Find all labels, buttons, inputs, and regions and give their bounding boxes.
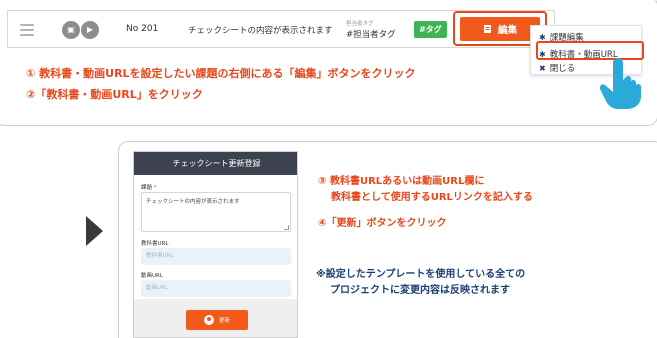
note-line-2: プロジェクトに変更内容は反映されます xyxy=(330,285,510,296)
update-button[interactable]: 更新 xyxy=(186,310,248,330)
assignee-tag-label: 担当者タグ xyxy=(346,21,374,27)
item-message: チェックシートの内容が表示されます xyxy=(188,26,333,36)
user-icon xyxy=(203,315,214,325)
instruction-step-2: ②「教科書・動画URL」をクリック xyxy=(26,88,203,101)
issue-textarea[interactable]: チェックシートの内容が表示されます xyxy=(141,192,291,232)
instruction-step-3-line-2: 教科書として使用するURLリンクを記入する xyxy=(331,192,533,203)
checksheet-update-form: チェックシート更新登録 課題 * チェックシートの内容が表示されます 教科書UR… xyxy=(133,151,298,338)
required-mark: * xyxy=(153,185,157,191)
tag-badge[interactable]: #タグ xyxy=(414,21,447,38)
menu-item-label: 閉じる xyxy=(549,64,576,74)
textbook-url-label: 教科書URL xyxy=(141,241,169,247)
book-icon[interactable]: ▣ xyxy=(62,21,80,39)
instruction-step-1: ① 教科書・動画URLを設定したい課題の右側にある「編集」ボタンをクリック xyxy=(26,67,416,80)
item-number: No 201 xyxy=(126,24,159,34)
instruction-step-4: ④「更新」ボタンをクリック xyxy=(318,218,447,229)
form-title: チェックシート更新登録 xyxy=(134,152,297,175)
video-icon[interactable]: ▶ xyxy=(81,21,99,39)
issue-field-label: 課題 * xyxy=(141,185,157,191)
textbook-url-input[interactable]: 教科書URL xyxy=(141,248,291,265)
note-line-1: ※設定したテンプレートを使用している全ての xyxy=(316,269,526,280)
pointing-hand-icon xyxy=(599,58,641,109)
next-arrow-icon xyxy=(86,216,103,246)
edit-icon xyxy=(483,25,491,33)
menu-item-close[interactable]: ✖ 閉じる xyxy=(539,62,576,75)
close-icon: ✖ xyxy=(539,63,546,73)
update-button-label: 更新 xyxy=(218,318,230,324)
tutorial-canvas: ▣ ▶ No 201 チェックシートの内容が表示されます 担当者タグ #担当者タ… xyxy=(0,0,657,338)
edit-button-label: 編集 xyxy=(497,25,517,36)
instruction-step-3-line-1: ③ 教科書URLあるいは動画URL欄に xyxy=(318,176,485,187)
video-url-input[interactable]: 動画URL xyxy=(141,280,291,297)
assignee-tag-value: #担当者タグ xyxy=(346,30,396,40)
drag-handle-icon[interactable] xyxy=(20,24,34,36)
edit-button[interactable]: 編集 xyxy=(460,17,540,41)
video-url-label: 動画URL xyxy=(141,273,163,279)
